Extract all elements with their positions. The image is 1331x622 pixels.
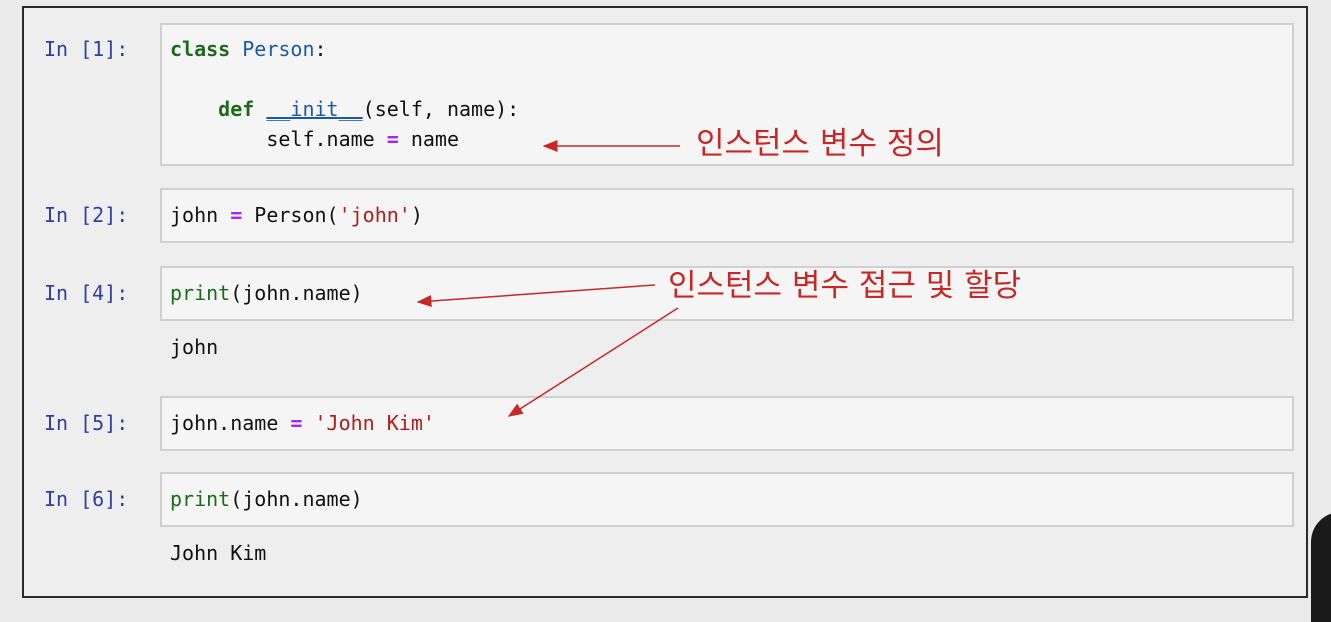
arrow-access-print bbox=[416, 284, 656, 308]
presenter-silhouette bbox=[1311, 512, 1331, 622]
arrow-access-assign bbox=[507, 307, 679, 417]
annotation-arrows bbox=[416, 140, 680, 417]
